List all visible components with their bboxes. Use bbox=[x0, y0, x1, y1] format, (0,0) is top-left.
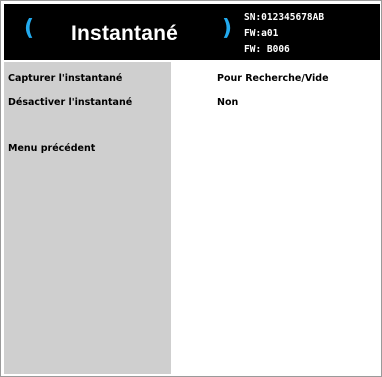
capture-snapshot-value[interactable]: Pour Recherche/Vide bbox=[217, 73, 329, 84]
device-info: SN:012345678AB FW:a01 FW: B006 bbox=[244, 10, 324, 58]
osd-window: ( Instantané ) SN:012345678AB FW:a01 FW:… bbox=[0, 0, 382, 377]
right-bracket-icon: ) bbox=[222, 16, 233, 41]
menu-item-previous-menu[interactable]: Menu précédent bbox=[8, 143, 95, 154]
left-bracket-icon: ( bbox=[24, 16, 35, 41]
osd-header: ( Instantané ) SN:012345678AB FW:a01 FW:… bbox=[4, 4, 380, 60]
menu-sidebar: Capturer l'instantané Désactiver l'insta… bbox=[4, 62, 171, 374]
page-title: Instantané bbox=[71, 22, 179, 45]
disable-snapshot-value[interactable]: Non bbox=[217, 97, 238, 108]
menu-item-disable-snapshot[interactable]: Désactiver l'instantané bbox=[8, 97, 132, 108]
menu-item-capture-snapshot[interactable]: Capturer l'instantané bbox=[8, 73, 122, 84]
firmware-version: FW:a01 bbox=[244, 28, 279, 39]
serial-number: SN:012345678AB bbox=[244, 12, 325, 23]
menu-values-panel: Pour Recherche/Vide Non bbox=[172, 62, 380, 374]
firmware-version-secondary: FW: B006 bbox=[244, 44, 290, 55]
